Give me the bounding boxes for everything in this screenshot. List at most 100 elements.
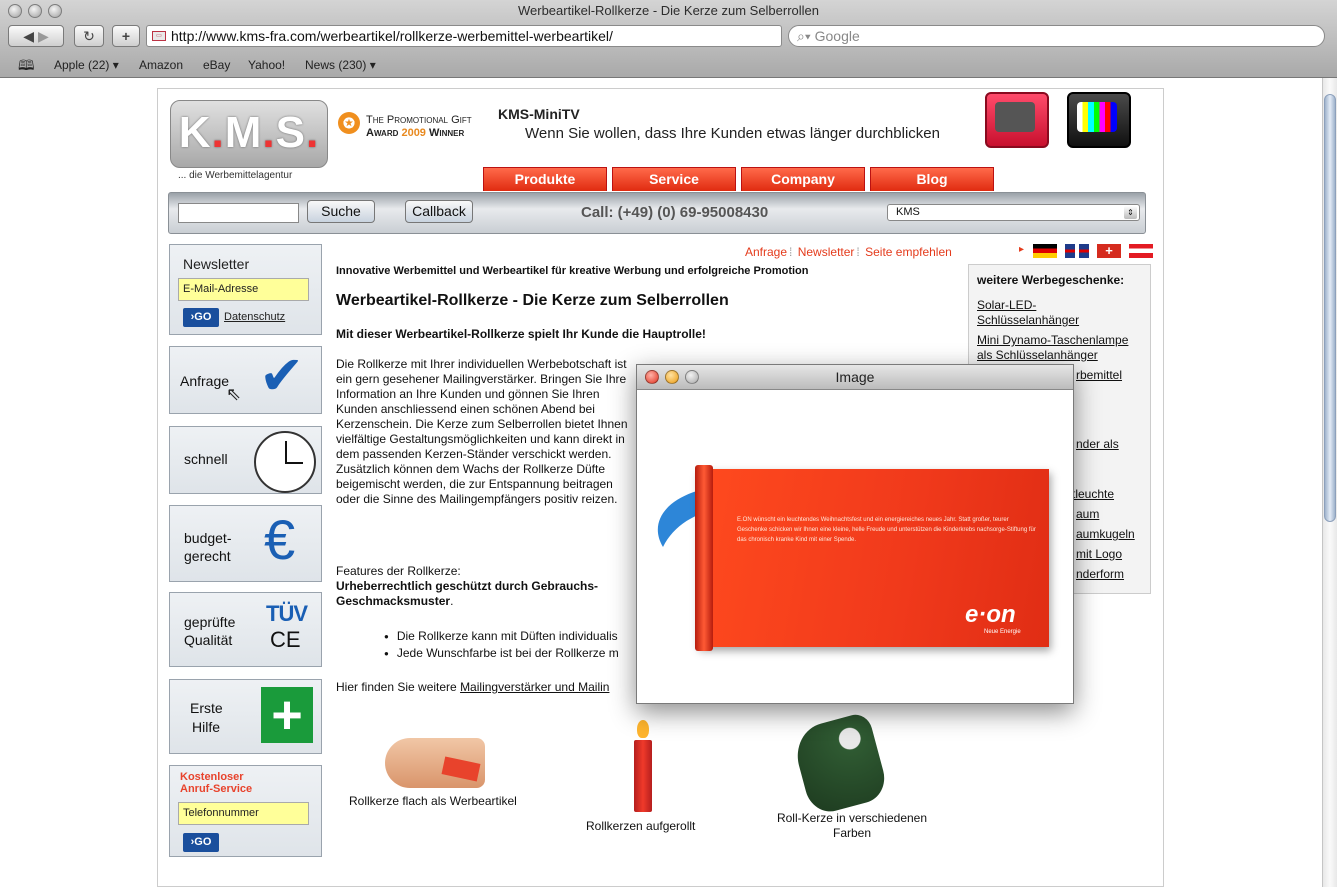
image-window-title: Image xyxy=(835,369,875,385)
link-recommend[interactable]: Seite empfehlen xyxy=(865,245,952,259)
related-link[interactable]: aum xyxy=(1076,507,1099,522)
newsletter-title: Newsletter xyxy=(183,256,250,272)
bookmark-yahoo[interactable]: Yahoo! xyxy=(248,54,285,76)
related-link[interactable]: tleuchte xyxy=(1072,487,1114,502)
separator: ⁞ xyxy=(856,245,860,259)
link-anfrage[interactable]: Anfrage xyxy=(745,245,787,259)
newsletter-email-input[interactable]: E-Mail-Adresse xyxy=(178,278,309,301)
more-prefix: Hier finden Sie weitere xyxy=(336,680,461,694)
promo-subtitle[interactable]: Wenn Sie wollen, dass Ihre Kunden etwas … xyxy=(525,125,940,142)
related-link[interactable]: nderform xyxy=(1076,567,1124,582)
zoom-button[interactable] xyxy=(685,370,699,384)
link-newsletter[interactable]: Newsletter xyxy=(798,245,855,259)
product-image-rolled[interactable] xyxy=(634,720,652,812)
back-forward-button[interactable]: ◀ ▶ xyxy=(8,25,64,47)
close-button[interactable] xyxy=(645,370,659,384)
image-viewer-window[interactable]: Image E.ON wünscht ein leuchtendes Weihn… xyxy=(636,364,1074,704)
flag-uk-icon[interactable] xyxy=(1065,244,1089,258)
product-label-line1: Roll-Kerze in verschiedenen xyxy=(776,811,928,825)
tab-produkte[interactable]: Produkte xyxy=(483,167,607,191)
bookmark-amazon[interactable]: Amazon xyxy=(139,54,183,76)
quality-label-line1[interactable]: geprüfte xyxy=(184,613,235,631)
quality-label-line2[interactable]: Qualität xyxy=(184,631,232,649)
body-text: Die Rollkerze mit Ihrer individuellen We… xyxy=(336,357,628,506)
bookmark-ebay[interactable]: eBay xyxy=(203,54,230,76)
flag-de-icon[interactable] xyxy=(1033,244,1057,258)
site-select-value: KMS xyxy=(896,206,920,218)
cursor-icon: ⇖ xyxy=(226,384,242,404)
intro-text: Innovative Werbemittel und Werbeartikel … xyxy=(336,265,809,277)
product-label[interactable]: Roll-Kerze in verschiedenen Farben xyxy=(766,811,938,841)
clock-icon xyxy=(254,431,316,493)
phone-input[interactable]: Telefonnummer xyxy=(178,802,309,825)
phone-go-button[interactable]: ›GO xyxy=(183,833,219,852)
reload-button[interactable]: ↻ xyxy=(74,25,104,47)
newsletter-go-button[interactable]: ›GO xyxy=(183,308,219,327)
callback-button[interactable]: Callback xyxy=(405,200,473,223)
firstaid-label-line2[interactable]: Hilfe xyxy=(192,718,220,736)
bookmark-apple[interactable]: Apple (22) ▾ xyxy=(54,54,119,76)
eon-claim: Neue Energie xyxy=(984,629,1021,635)
tab-blog[interactable]: Blog xyxy=(870,167,994,191)
related-link[interactable]: aumkugeln xyxy=(1076,527,1135,542)
kms-logo[interactable]: K.M.S. xyxy=(170,100,328,168)
product-label[interactable]: Rollkerze flach als Werbeartikel xyxy=(349,794,517,809)
tab-service[interactable]: Service xyxy=(612,167,736,191)
red-tv-image[interactable] xyxy=(985,92,1049,148)
vertical-scrollbar[interactable] xyxy=(1322,78,1337,887)
related-link[interactable]: Solar-LED- xyxy=(977,298,1036,313)
anfrage-label[interactable]: Anfrage xyxy=(180,372,229,390)
add-bookmark-button[interactable]: + xyxy=(112,25,140,47)
free-call-title: Kostenloser Anruf-Service xyxy=(180,771,252,795)
budget-label-line2[interactable]: gerecht xyxy=(184,547,231,565)
select-arrows-icon: ⇕ xyxy=(1124,206,1137,219)
bookmark-news[interactable]: News (230) ▾ xyxy=(305,54,376,76)
scrollbar-thumb[interactable] xyxy=(1324,94,1336,522)
features-copyright-text: Urheberrechtlich geschützt durch Gebrauc… xyxy=(336,579,599,608)
search-placeholder: Google xyxy=(814,28,860,44)
site-search-input[interactable] xyxy=(178,203,299,223)
related-link[interactable]: mit Logo xyxy=(1076,547,1122,562)
more-line: Hier finden Sie weitere Mailingverstärke… xyxy=(336,680,609,694)
site-select[interactable]: KMS ⇕ xyxy=(887,204,1140,221)
book-icon[interactable]: 🕮 xyxy=(18,54,35,76)
window-minimize-button[interactable] xyxy=(28,4,42,18)
award-suffix: Winner xyxy=(425,127,465,139)
flag-ch-icon[interactable]: + xyxy=(1097,244,1121,258)
tab-company[interactable]: Company xyxy=(741,167,865,191)
promo-title[interactable]: KMS-MiniTV xyxy=(498,106,580,122)
budget-label-line1[interactable]: budget- xyxy=(184,529,231,547)
schnell-label[interactable]: schnell xyxy=(184,450,228,468)
product-image-flat[interactable] xyxy=(385,738,485,788)
firstaid-label-line1[interactable]: Erste xyxy=(190,699,223,717)
features-title: Features der Rollkerze: xyxy=(336,564,461,578)
features-suffix: . xyxy=(450,594,454,608)
privacy-link[interactable]: Datenschutz xyxy=(224,311,285,323)
site-icon: ▭ xyxy=(152,31,166,41)
related-link[interactable]: als Schlüsselanhänger xyxy=(977,348,1098,363)
related-link[interactable]: nder als xyxy=(1076,437,1119,452)
candle-roll-edge xyxy=(695,465,713,651)
url-text: http://www.kms-fra.com/werbeartikel/roll… xyxy=(171,28,613,44)
black-tv-image[interactable] xyxy=(1067,92,1131,148)
product-label[interactable]: Rollkerzen aufgerollt xyxy=(586,819,695,834)
window-zoom-button[interactable] xyxy=(48,4,62,18)
address-bar[interactable]: ▭ http://www.kms-fra.com/werbeartikel/ro… xyxy=(146,25,782,47)
back-icon[interactable]: ◀ xyxy=(23,28,34,44)
google-search-field[interactable]: ⌕▾ Google xyxy=(788,25,1325,47)
related-link[interactable]: Mini Dynamo-Taschenlampe xyxy=(977,333,1128,348)
more-link[interactable]: Mailingverstärker und Mailin xyxy=(460,680,609,694)
minimize-button[interactable] xyxy=(665,370,679,384)
award-icon: ✪ xyxy=(338,112,360,134)
free-call-line2: Anruf-Service xyxy=(180,783,253,795)
call-info: Call: (+49) (0) 69-95008430 xyxy=(581,204,769,221)
related-link[interactable]: rbemittel xyxy=(1076,368,1122,383)
award-year: 2009 xyxy=(401,127,426,139)
image-window-titlebar[interactable]: Image xyxy=(637,365,1073,390)
window-close-button[interactable] xyxy=(8,4,22,18)
search-button[interactable]: Suche xyxy=(307,200,375,223)
forward-icon[interactable]: ▶ xyxy=(38,28,49,44)
flag-at-icon[interactable] xyxy=(1129,244,1153,258)
related-link[interactable]: Schlüsselanhänger xyxy=(977,313,1079,328)
related-title: weitere Werbegeschenke: xyxy=(977,273,1125,287)
